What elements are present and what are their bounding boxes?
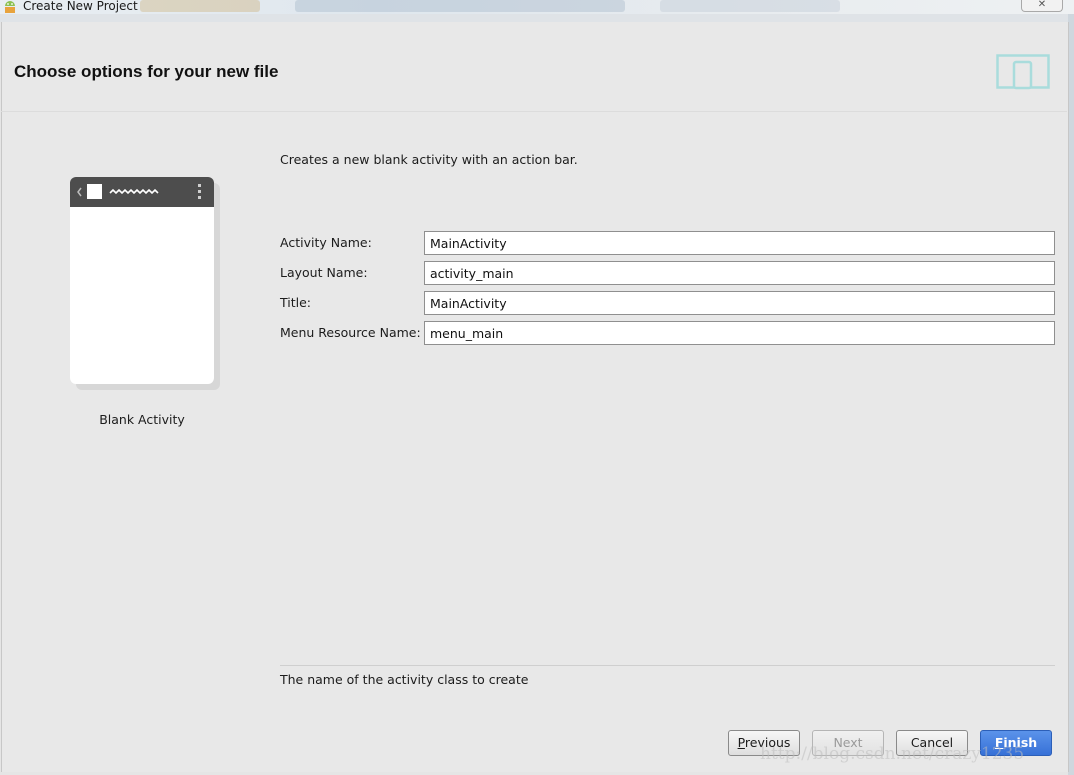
background-blur bbox=[660, 0, 840, 12]
window-close-button[interactable]: ✕ bbox=[1021, 0, 1063, 12]
chevron-left-icon bbox=[77, 187, 82, 197]
background-blur bbox=[140, 0, 260, 12]
title-bar[interactable]: Create New Project ✕ bbox=[0, 0, 1074, 14]
title-squiggle-icon bbox=[109, 188, 159, 195]
overflow-menu-icon bbox=[198, 184, 201, 199]
template-description: Creates a new blank activity with an act… bbox=[280, 152, 578, 167]
menu-resource-name-input[interactable] bbox=[424, 321, 1055, 345]
device-tablet-phone-icon bbox=[996, 54, 1050, 90]
title-label: Title: bbox=[280, 295, 311, 310]
hint-divider bbox=[280, 665, 1055, 666]
watermark: http://blog.csdn.net/crazy1235 bbox=[760, 744, 1025, 764]
action-bar-preview bbox=[70, 177, 214, 207]
layout-name-label: Layout Name: bbox=[280, 265, 368, 280]
page-title: Choose options for your new file bbox=[14, 62, 279, 81]
field-hint: The name of the activity class to create bbox=[280, 672, 529, 687]
menu-resource-name-label: Menu Resource Name: bbox=[280, 325, 421, 340]
template-name: Blank Activity bbox=[99, 412, 185, 427]
create-new-project-window: Create New Project ✕ Choose options for … bbox=[0, 0, 1074, 775]
header-divider bbox=[1, 111, 1067, 112]
layout-name-input[interactable] bbox=[424, 261, 1055, 285]
app-icon-placeholder bbox=[87, 184, 102, 199]
background-blur bbox=[295, 0, 625, 12]
wizard-content bbox=[1, 22, 1069, 772]
activity-preview bbox=[70, 177, 214, 384]
activity-name-label: Activity Name: bbox=[280, 235, 372, 250]
window-frame-top bbox=[0, 14, 1074, 22]
activity-name-input[interactable] bbox=[424, 231, 1055, 255]
window-title: Create New Project bbox=[23, 0, 138, 13]
android-studio-icon bbox=[5, 1, 15, 13]
title-input[interactable] bbox=[424, 291, 1055, 315]
